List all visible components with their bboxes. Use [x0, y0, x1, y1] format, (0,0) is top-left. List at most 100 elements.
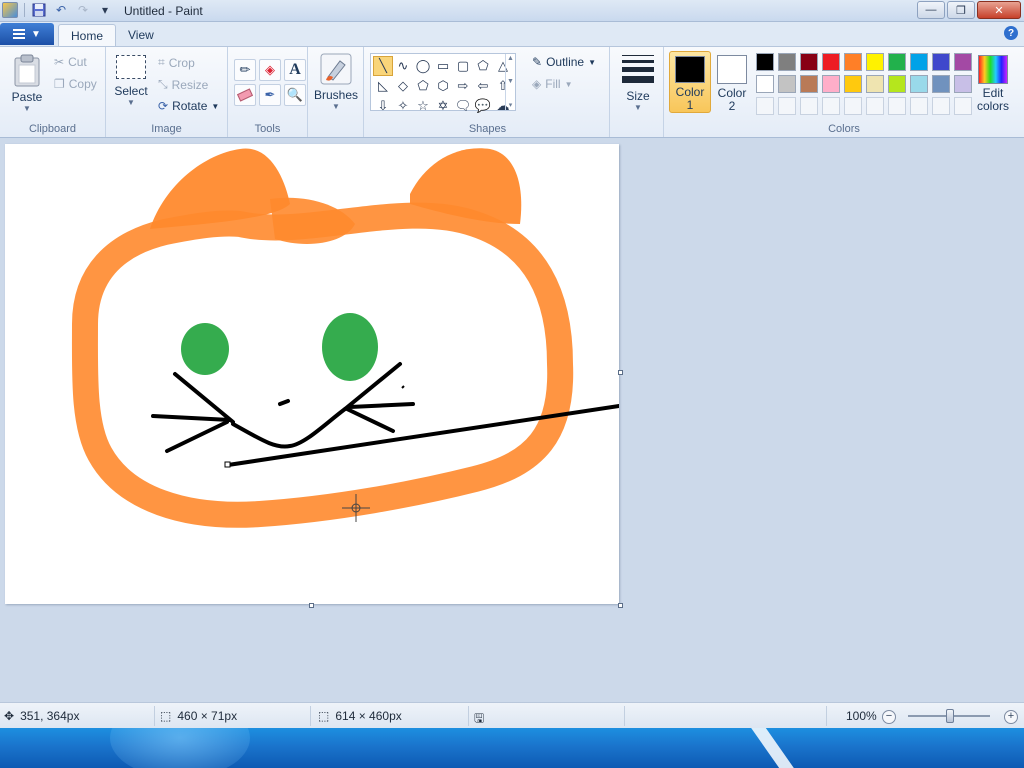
- palette-custom-slot[interactable]: [932, 97, 950, 115]
- palette-swatch[interactable]: [800, 53, 818, 71]
- diamond-shape-icon[interactable]: ◇: [393, 76, 413, 96]
- line-shape-icon[interactable]: ╲: [373, 56, 393, 76]
- select-button[interactable]: Select ▼: [114, 55, 148, 107]
- palette-swatch[interactable]: [756, 75, 774, 93]
- oval-callout-shape-icon[interactable]: 💬: [473, 96, 493, 116]
- copy-button[interactable]: ❐ Copy: [54, 77, 97, 91]
- outline-button[interactable]: ✎ Outline ▼: [532, 55, 596, 69]
- palette-custom-slot[interactable]: [800, 97, 818, 115]
- start-orb-glow[interactable]: [110, 728, 250, 768]
- palette-swatch[interactable]: [954, 75, 972, 93]
- palette-custom-slot[interactable]: [778, 97, 796, 115]
- edit-colors-label-2: colors: [976, 99, 1009, 113]
- polygon-shape-icon[interactable]: ⬠: [473, 56, 493, 76]
- close-button[interactable]: ✕: [977, 1, 1021, 19]
- rectangle-shape-icon[interactable]: ▭: [433, 56, 453, 76]
- canvas-resize-handle-corner[interactable]: [618, 603, 623, 608]
- six-point-star-shape-icon[interactable]: ✡: [433, 96, 453, 116]
- color-picker-icon[interactable]: ✒: [259, 84, 281, 106]
- palette-swatch[interactable]: [888, 75, 906, 93]
- palette-custom-slot[interactable]: [954, 97, 972, 115]
- speck: [401, 385, 405, 389]
- color2-button[interactable]: Color 2: [711, 51, 753, 113]
- scroll-up-icon[interactable]: ▲: [507, 55, 514, 62]
- palette-custom-slot[interactable]: [910, 97, 928, 115]
- image-size-icon: ⬚: [318, 709, 330, 723]
- zoom-slider-thumb[interactable]: [946, 709, 954, 723]
- oval-shape-icon[interactable]: ◯: [413, 56, 433, 76]
- expand-gallery-icon[interactable]: ▾: [509, 101, 513, 109]
- edit-colors-button[interactable]: Edit colors: [972, 51, 1014, 113]
- palette-swatch[interactable]: [778, 75, 796, 93]
- shapes-scroll[interactable]: ▲ ▼ ▾: [505, 54, 515, 110]
- palette-swatch[interactable]: [800, 75, 818, 93]
- zoom-in-button[interactable]: +: [1004, 710, 1018, 724]
- help-icon[interactable]: ?: [1004, 26, 1018, 40]
- palette-custom-slot[interactable]: [822, 97, 840, 115]
- palette-custom-slot[interactable]: [844, 97, 862, 115]
- minimize-button[interactable]: —: [917, 1, 945, 19]
- save-icon[interactable]: [31, 2, 47, 18]
- palette-custom-slot[interactable]: [866, 97, 884, 115]
- scroll-down-icon[interactable]: ▼: [507, 78, 514, 85]
- palette-custom-slot[interactable]: [888, 97, 906, 115]
- palette-swatch[interactable]: [844, 53, 862, 71]
- palette-swatch[interactable]: [822, 53, 840, 71]
- palette-swatch[interactable]: [822, 75, 840, 93]
- rounded-rectangle-shape-icon[interactable]: ▢: [453, 56, 473, 76]
- palette-custom-slot[interactable]: [756, 97, 774, 115]
- palette-swatch[interactable]: [954, 53, 972, 71]
- palette-swatch[interactable]: [756, 53, 774, 71]
- work-area[interactable]: [0, 138, 1024, 702]
- color2-number: 2: [728, 99, 736, 113]
- paint-menu-button[interactable]: ▼: [0, 23, 54, 45]
- cat-drawing: [71, 148, 621, 528]
- tab-home[interactable]: Home: [58, 24, 117, 46]
- palette-swatch[interactable]: [910, 53, 928, 71]
- crop-button[interactable]: ⌗ Crop: [158, 55, 195, 70]
- palette-swatch[interactable]: [866, 53, 884, 71]
- status-divider: [310, 706, 311, 726]
- four-point-star-shape-icon[interactable]: ✧: [393, 96, 413, 116]
- brushes-button[interactable]: Brushes ▼: [314, 53, 358, 111]
- canvas-resize-handle-bottom[interactable]: [309, 603, 314, 608]
- left-arrow-shape-icon[interactable]: ⇦: [473, 76, 493, 96]
- color1-button[interactable]: Color 1: [669, 51, 711, 113]
- cut-button[interactable]: ✂ Cut: [54, 55, 87, 69]
- palette-swatch[interactable]: [866, 75, 884, 93]
- drawing-canvas[interactable]: [5, 144, 621, 604]
- five-point-star-shape-icon[interactable]: ☆: [413, 96, 433, 116]
- zoom-out-button[interactable]: −: [882, 710, 896, 724]
- restore-button[interactable]: ❐: [947, 1, 975, 19]
- eraser-icon[interactable]: [234, 84, 256, 106]
- pencil-icon[interactable]: ✏: [234, 59, 256, 81]
- color2-swatch: [717, 55, 747, 84]
- hexagon-shape-icon[interactable]: ⬡: [433, 76, 453, 96]
- palette-swatch[interactable]: [910, 75, 928, 93]
- palette-swatch[interactable]: [932, 53, 950, 71]
- palette-swatch[interactable]: [888, 53, 906, 71]
- fill-button[interactable]: ◈ Fill ▼: [532, 77, 572, 91]
- redo-icon[interactable]: ↷: [75, 2, 91, 18]
- right-triangle-shape-icon[interactable]: ◺: [373, 76, 393, 96]
- down-arrow-shape-icon[interactable]: ⇩: [373, 96, 393, 116]
- fill-bucket-icon[interactable]: ◈: [259, 59, 281, 81]
- magnifier-icon[interactable]: 🔍: [284, 84, 306, 106]
- size-button[interactable]: Size ▼: [618, 55, 658, 112]
- paint-app-icon[interactable]: [2, 2, 18, 18]
- rotate-button[interactable]: ⟳ Rotate ▼: [158, 99, 219, 113]
- text-icon[interactable]: A: [284, 59, 306, 81]
- resize-button[interactable]: ⤡ Resize: [158, 77, 208, 92]
- curve-shape-icon[interactable]: ∿: [393, 56, 413, 76]
- palette-swatch[interactable]: [932, 75, 950, 93]
- pentagon-shape-icon[interactable]: ⬠: [413, 76, 433, 96]
- rect-callout-shape-icon[interactable]: 🗨: [453, 96, 473, 116]
- customize-qat-dropdown-icon[interactable]: ▾: [97, 2, 113, 18]
- canvas-resize-handle-right[interactable]: [618, 370, 623, 375]
- paste-button[interactable]: Paste ▼: [8, 53, 46, 113]
- palette-swatch[interactable]: [778, 53, 796, 71]
- right-arrow-shape-icon[interactable]: ⇨: [453, 76, 473, 96]
- tab-view[interactable]: View: [116, 24, 166, 46]
- palette-swatch[interactable]: [844, 75, 862, 93]
- undo-icon[interactable]: ↶: [53, 2, 69, 18]
